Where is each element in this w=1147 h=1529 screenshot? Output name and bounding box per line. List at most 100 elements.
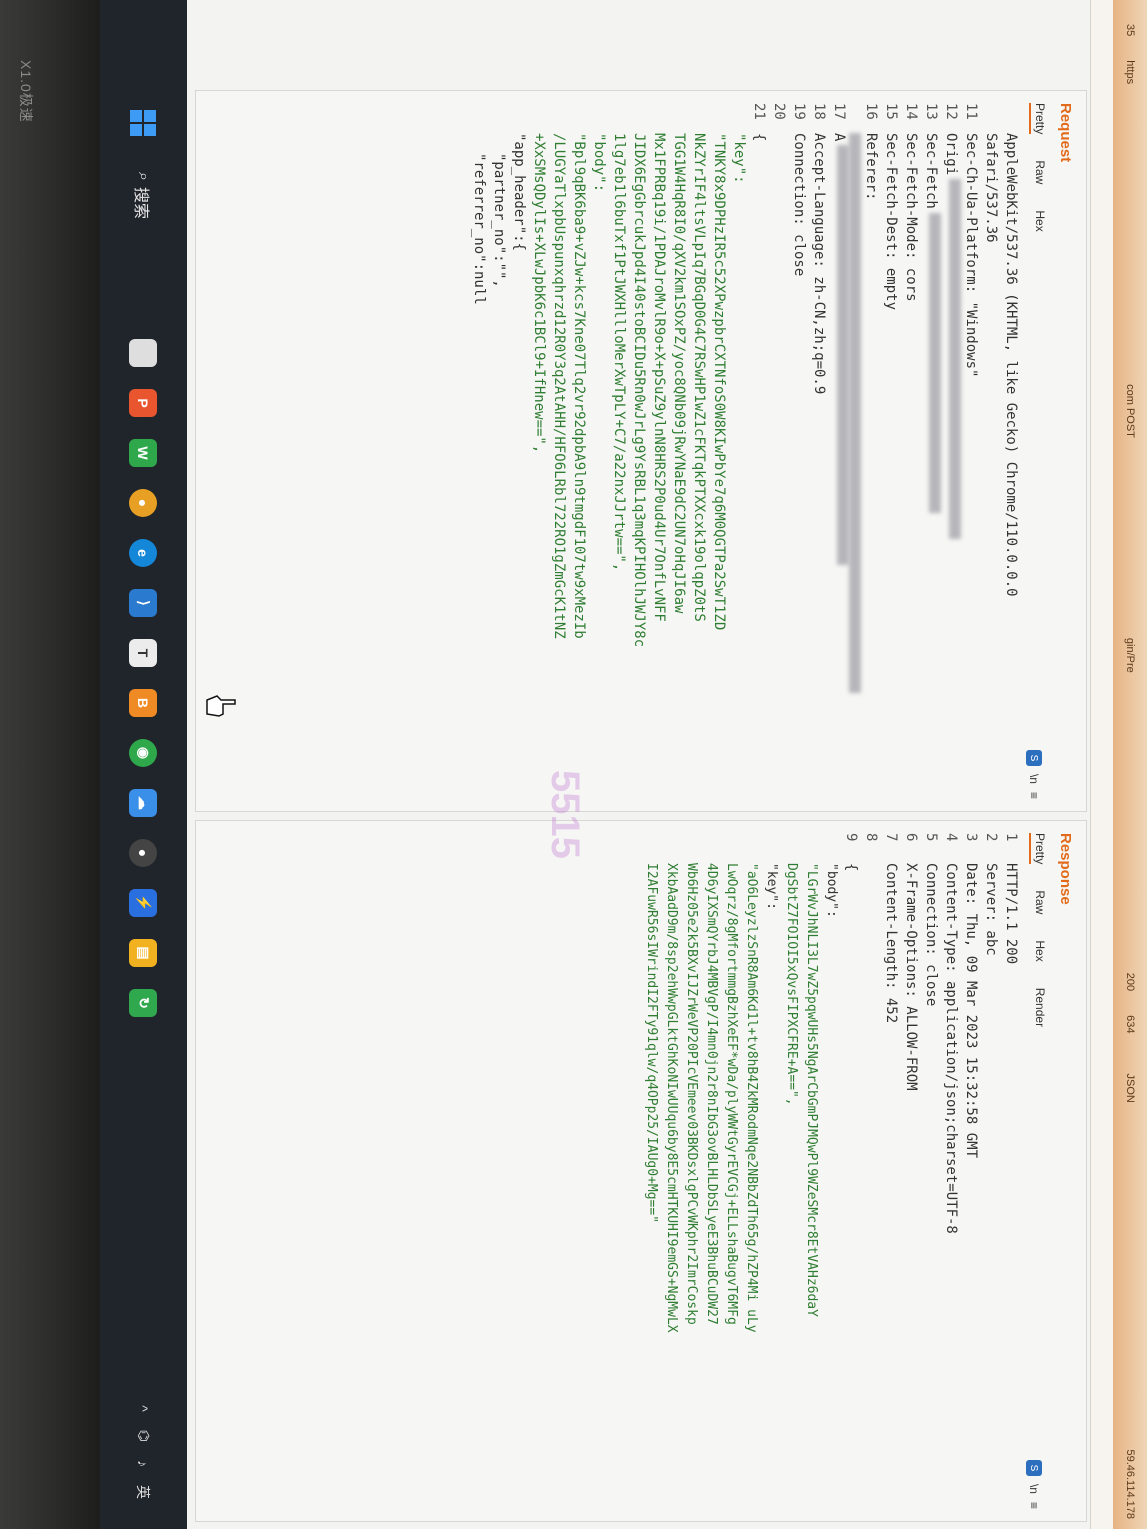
- response-editor[interactable]: 1 HTTP/1.1 200 2 Server: abc 3 Date: Thu, 0…: [641, 833, 1021, 1521]
- code-line: 3 Date: Thu, 09 Mar 2023 15:32:58 GMT: [961, 833, 981, 1521]
- code-line: [849, 103, 861, 811]
- code-line: 13 Sec-Fetch: [921, 103, 941, 811]
- line-number: 12: [943, 103, 959, 120]
- inspector-icon[interactable]: S: [1026, 749, 1042, 766]
- tab-pretty[interactable]: Pretty: [1029, 833, 1047, 865]
- line-text: AppleWebKit/537.36 (KHTML, like Gecko) C…: [1003, 133, 1019, 597]
- json-line: "app_header":{: [511, 133, 527, 252]
- folder-icon[interactable]: ▤: [129, 938, 158, 967]
- line-number: 19: [791, 103, 807, 120]
- request-editor[interactable]: AppleWebKit/537.36 (KHTML, like Gecko) C…: [469, 103, 1021, 811]
- line-text: Referer:: [863, 133, 879, 201]
- tab-render[interactable]: Render: [1029, 988, 1047, 1027]
- request-title: Request: [1057, 103, 1074, 163]
- json-line: "LGrWvJhNLI3L7wZ5pqwUHs5NgArCbGmPJMQwPl9…: [804, 863, 819, 1317]
- edge-icon[interactable]: e: [129, 538, 158, 567]
- sync-icon[interactable]: ↻: [129, 988, 158, 1017]
- tray-chevron-icon[interactable]: ^: [136, 1405, 152, 1412]
- history-row[interactable]: [1090, 0, 1113, 1529]
- newline-icon[interactable]: \n: [1027, 1484, 1041, 1494]
- search-label: 搜索: [132, 186, 150, 219]
- row-path: gin/Pre: [1124, 637, 1136, 673]
- line-text: Content-Type: application/json;charset=U…: [943, 863, 959, 1234]
- line-number: 3: [963, 833, 979, 842]
- tab-hex[interactable]: Hex: [1029, 210, 1047, 231]
- line-number: [849, 103, 861, 133]
- vscode-icon[interactable]: ⟩: [129, 588, 158, 617]
- menu-icon[interactable]: ≡: [1027, 792, 1041, 799]
- line-text: A: [831, 133, 847, 142]
- history-row-selected[interactable]: 35 https com POST gin/Pre 200 634 JSON 5…: [1113, 0, 1147, 1529]
- code-line: 5 Connection: close: [921, 833, 941, 1521]
- code-line: 14 Sec-Fetch-Mode: cors: [901, 103, 921, 811]
- hand-cursor-icon: [206, 695, 236, 717]
- line-text: Connection: close: [791, 133, 807, 277]
- taskbar-search[interactable]: ⌕ 搜索: [132, 172, 156, 219]
- response-tabs: Pretty Raw Hex Render: [1029, 833, 1047, 1521]
- line-number: [1001, 103, 1021, 133]
- code-line: 1 HTTP/1.1 200: [1001, 833, 1021, 1521]
- line-number: 8: [863, 833, 879, 842]
- code-line: 8: [861, 833, 881, 1521]
- code-line: 11 Sec-Ch-Ua-Platform: "Windows": [961, 103, 981, 811]
- file-explorer-icon[interactable]: [129, 338, 158, 367]
- taskbar-apps: P W ● e ⟩ T B ◉ ☁ ● ⚡ ▤ ↻: [129, 338, 158, 1017]
- line-number: 15: [883, 103, 899, 120]
- row-protocol: https: [1124, 60, 1136, 85]
- menu-icon[interactable]: ≡: [1027, 1502, 1041, 1509]
- json-line: +XxSMsQDylIs+XLwJpbK6c1BCl9+IfHnew==",: [531, 133, 547, 454]
- code-line: 12 Origi: [941, 103, 961, 811]
- volume-icon[interactable]: ♪: [136, 1460, 152, 1467]
- bezel-label: X1.0极速: [18, 60, 34, 123]
- json-line: "referrer_no":null: [471, 153, 487, 305]
- code-line: 20: [769, 103, 789, 811]
- line-text: Accept-Language: zh-CN,zh;q=0.9: [811, 133, 827, 395]
- code-line: AppleWebKit/537.36 (KHTML, like Gecko) C…: [1001, 103, 1021, 811]
- tab-pretty[interactable]: Pretty: [1029, 103, 1047, 135]
- tab-hex[interactable]: Hex: [1029, 940, 1047, 961]
- redacted-block: [849, 133, 861, 693]
- line-text: Sec-Fetch-Mode: cors: [903, 133, 919, 302]
- inspector-icon[interactable]: S: [1026, 1459, 1042, 1476]
- code-line: 21 {: [749, 103, 769, 811]
- chat-icon[interactable]: ◉: [129, 738, 158, 767]
- json-line: "aO6LeyzlzSnR8Am6Kd1l+tv8hB4ZkMRodmNqe2N…: [744, 863, 759, 1333]
- wechat-icon[interactable]: W: [129, 438, 158, 467]
- tab-raw[interactable]: Raw: [1029, 890, 1047, 914]
- json-line: 4D6yIXSmQYrbJ4MBVgP/I4mn0jn2r8nIbG3ovBLH…: [704, 863, 719, 1325]
- json-line: "body":: [824, 863, 839, 918]
- taskbar: ⌕ 搜索 P W ● e ⟩ T B ◉ ☁ ● ⚡ ▤ ↻ ^ ⌬ ♪ 英: [100, 0, 187, 1529]
- code-line: 16 Referer:: [861, 103, 881, 811]
- request-json: "key": "TNKY8x9DPHzIR5c52XPwzpbrCXTNfoS0…: [469, 133, 749, 811]
- json-line: I2AFuwR56sIWrindI2FTy91qlw/q4OPp25/IAUg0…: [644, 863, 659, 1224]
- windows-start-icon[interactable]: [130, 110, 157, 136]
- typora-icon[interactable]: T: [129, 638, 158, 667]
- burp-icon[interactable]: B: [129, 688, 158, 717]
- chrome-icon[interactable]: ●: [129, 488, 158, 517]
- code-line: 7 Content-Length: 452: [881, 833, 901, 1521]
- response-toolbar: S \n ≡: [1026, 1459, 1042, 1509]
- line-number: 14: [903, 103, 919, 120]
- row-mime: JSON: [1124, 1073, 1136, 1103]
- redacted-block: [837, 145, 849, 566]
- postman-icon[interactable]: P: [129, 388, 158, 417]
- line-text: HTTP/1.1 200: [1003, 863, 1019, 965]
- row-length: 634: [1124, 1015, 1136, 1034]
- request-toolbar: S \n ≡: [1026, 749, 1042, 799]
- newline-icon[interactable]: \n: [1027, 774, 1041, 784]
- cloud-icon[interactable]: ☁: [129, 788, 158, 817]
- tab-raw[interactable]: Raw: [1029, 160, 1047, 184]
- ime-label[interactable]: 英: [134, 1485, 154, 1499]
- github-icon[interactable]: ●: [129, 838, 158, 867]
- request-tabs: Pretty Raw Hex: [1029, 103, 1047, 811]
- network-icon[interactable]: ⌬: [135, 1430, 152, 1442]
- line-number: 11: [963, 103, 979, 120]
- json-line: "key":: [731, 133, 747, 184]
- line-number: 20: [771, 103, 787, 120]
- code-line: 17 A: [829, 103, 849, 811]
- code-line: 9{: [841, 833, 861, 1521]
- lightning-icon[interactable]: ⚡: [129, 888, 158, 917]
- screen: 35 https com POST gin/Pre 200 634 JSON 5…: [100, 0, 1147, 1529]
- json-line: "partner_no":"",: [491, 153, 507, 288]
- line-number: 9: [843, 833, 859, 842]
